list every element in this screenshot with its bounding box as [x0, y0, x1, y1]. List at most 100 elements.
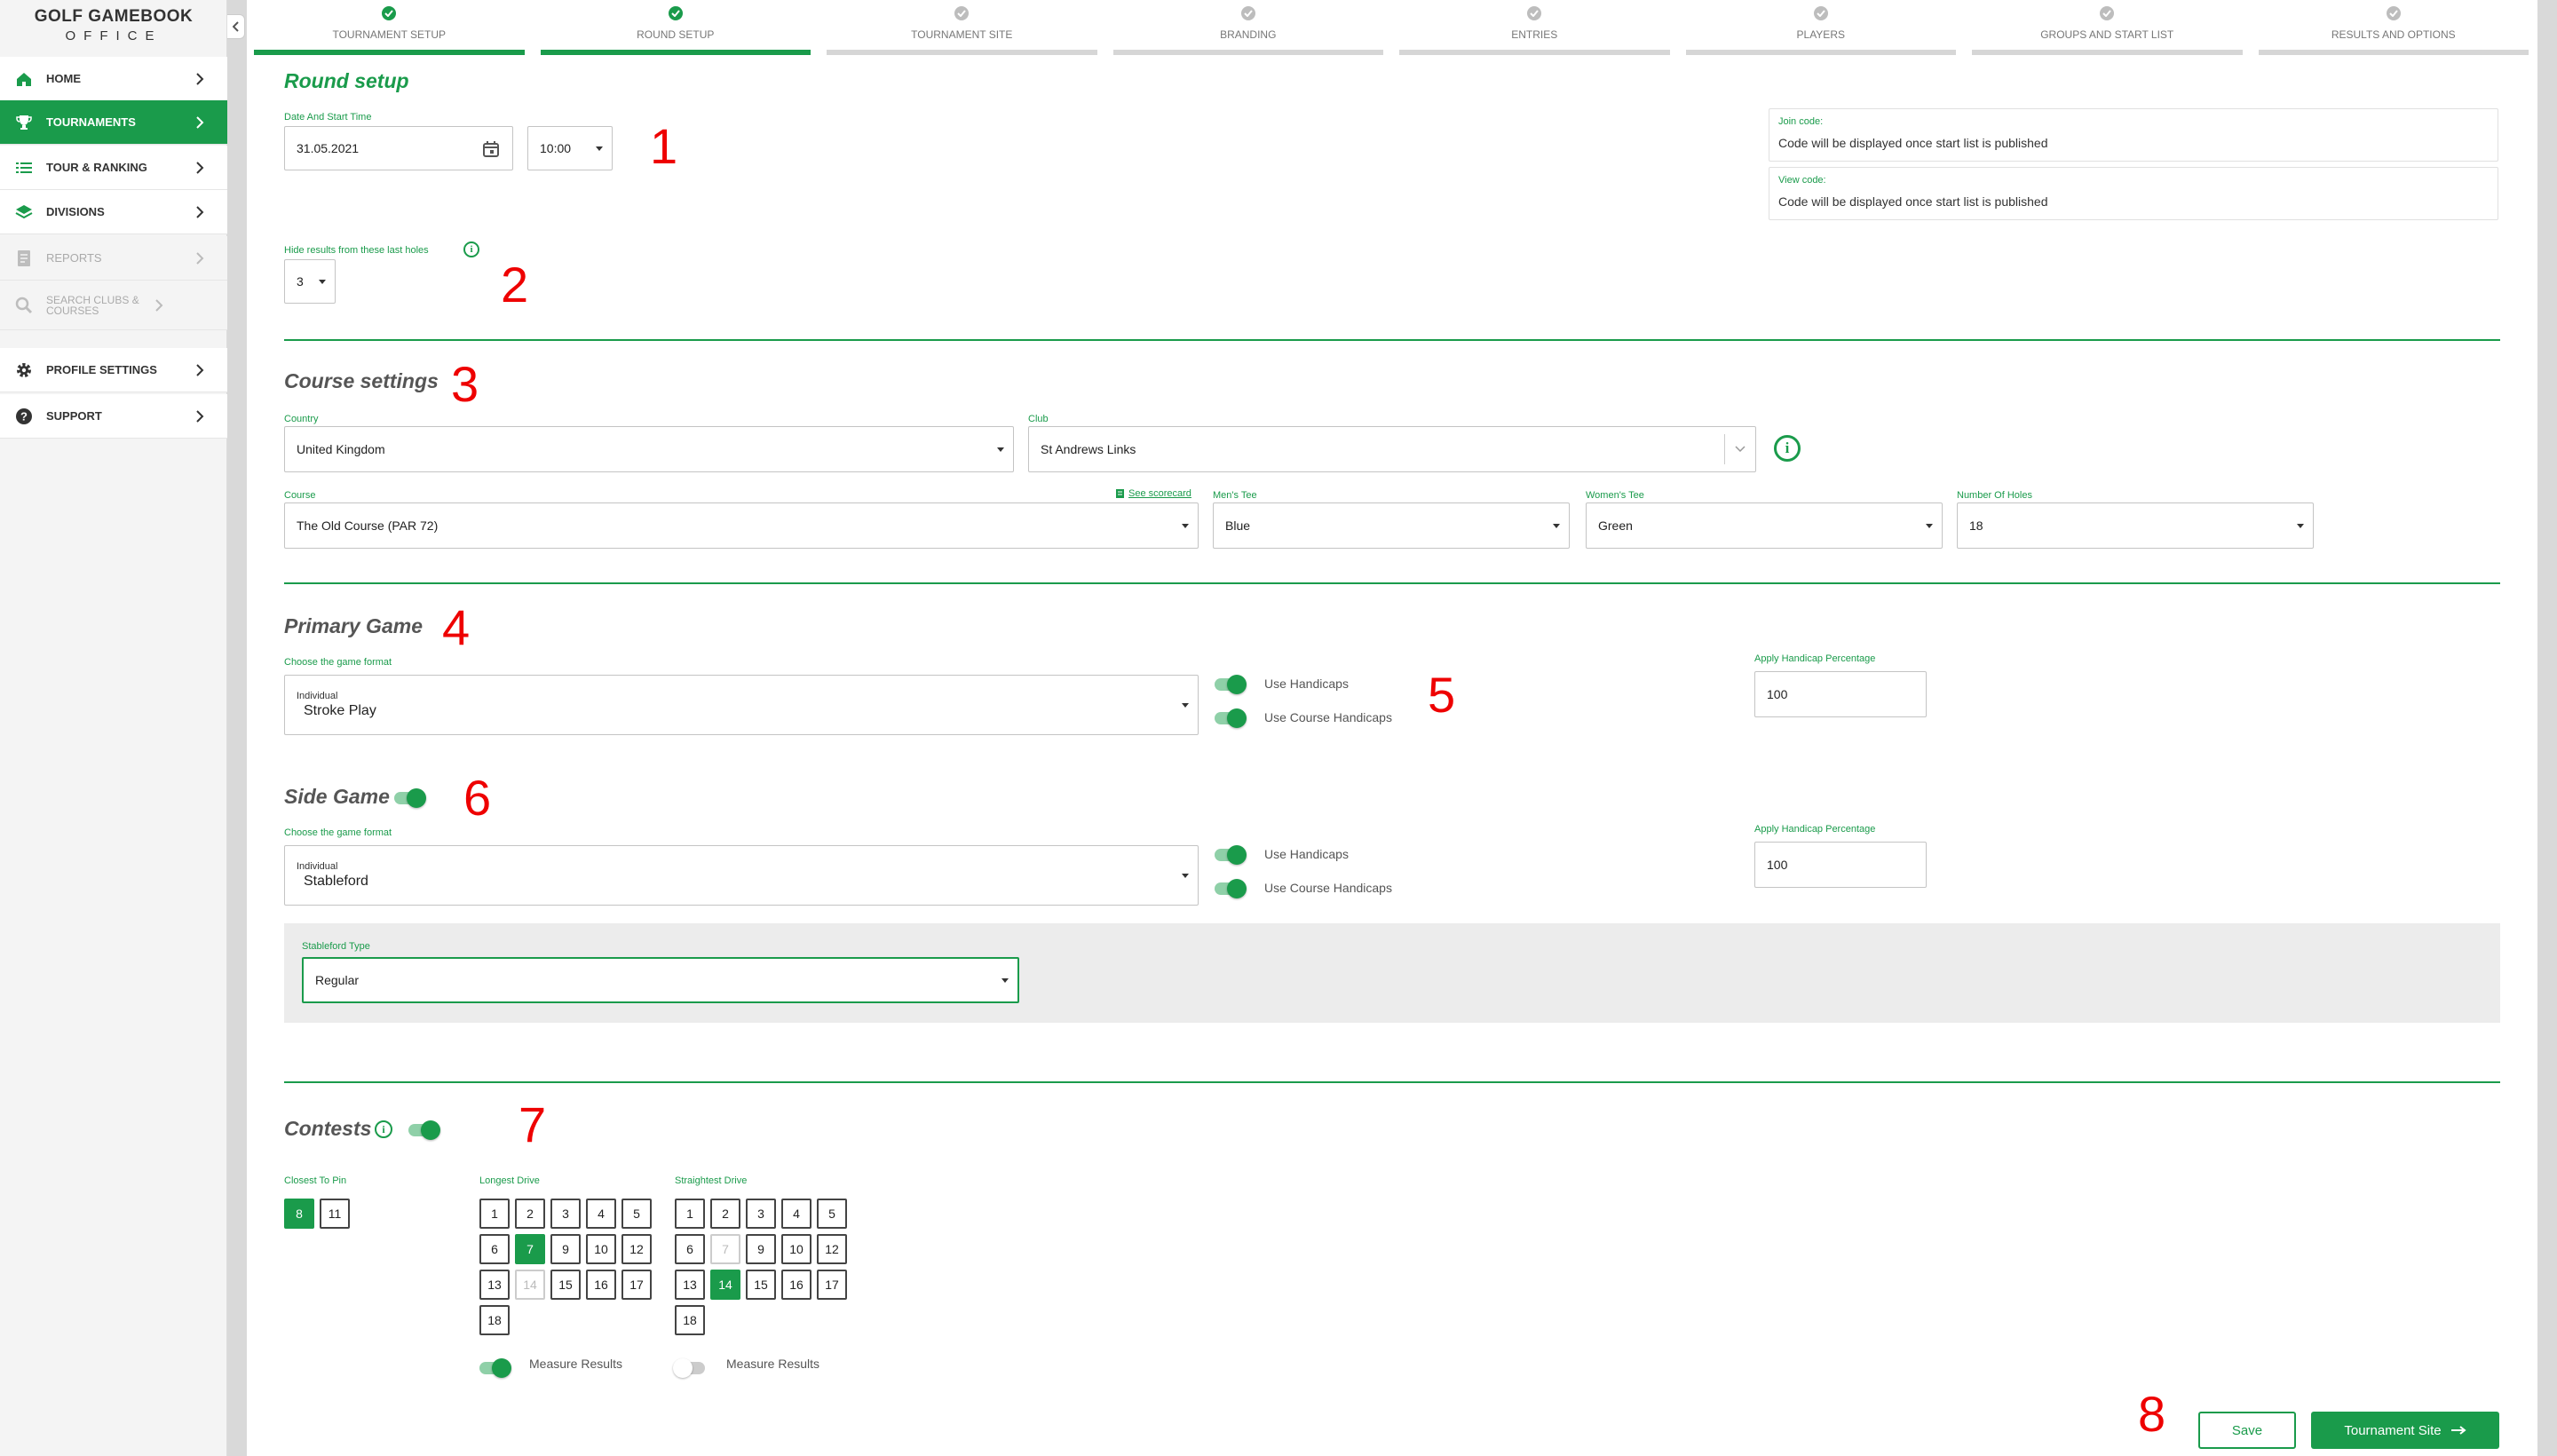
- primary-percentage-value: 100: [1767, 687, 1788, 701]
- info-icon[interactable]: i: [463, 241, 479, 257]
- hole-button-6[interactable]: 6: [675, 1234, 705, 1264]
- contests-info-icon[interactable]: i: [375, 1120, 392, 1138]
- trophy-icon: [14, 113, 34, 132]
- join-code-value: Code will be displayed once start list i…: [1778, 136, 2048, 150]
- club-info-icon[interactable]: i: [1774, 435, 1801, 462]
- hole-button-16[interactable]: 16: [781, 1270, 811, 1300]
- hole-button-16[interactable]: 16: [586, 1270, 616, 1300]
- mens-tee-select[interactable]: Blue: [1213, 502, 1570, 549]
- hole-button-12[interactable]: 12: [621, 1234, 652, 1264]
- hole-button-18[interactable]: 18: [675, 1305, 705, 1335]
- arrow-right-icon: [2450, 1426, 2466, 1435]
- sidebar-item-tournaments[interactable]: TOURNAMENTS: [0, 100, 227, 145]
- country-select[interactable]: United Kingdom: [284, 426, 1014, 472]
- date-input[interactable]: 31.05.2021: [284, 126, 513, 170]
- step-entries[interactable]: ENTRIES: [1399, 0, 1670, 57]
- hole-button-5[interactable]: 5: [817, 1199, 847, 1229]
- sidebar-item-support[interactable]: ? SUPPORT: [0, 394, 227, 439]
- side-percentage-input[interactable]: 100: [1754, 842, 1927, 888]
- step-results-and-options[interactable]: RESULTS AND OPTIONS: [2258, 0, 2529, 57]
- chevron-right-icon: [194, 205, 206, 218]
- hole-button-9[interactable]: 9: [746, 1234, 776, 1264]
- time-select[interactable]: 10:00: [527, 126, 613, 170]
- hole-button-17[interactable]: 17: [817, 1270, 847, 1300]
- club-select[interactable]: St Andrews Links: [1028, 426, 1756, 472]
- hole-button-12[interactable]: 12: [817, 1234, 847, 1264]
- hole-button-2[interactable]: 2: [515, 1199, 545, 1229]
- holes-select[interactable]: 18: [1957, 502, 2314, 549]
- womens-tee-select[interactable]: Green: [1586, 502, 1943, 549]
- hole-button-2[interactable]: 2: [710, 1199, 740, 1229]
- save-button[interactable]: Save: [2198, 1412, 2296, 1449]
- logo[interactable]: GOLF GAMEBOOK OFFICE: [0, 7, 227, 44]
- collapse-sidebar-button[interactable]: [227, 14, 245, 39]
- side-game-toggle[interactable]: [394, 788, 426, 808]
- hole-button-10[interactable]: 10: [781, 1234, 811, 1264]
- step-round-setup[interactable]: ROUND SETUP: [540, 0, 811, 57]
- logo-text: GOLF GAMEBOOK: [34, 7, 194, 26]
- hole-button-3[interactable]: 3: [550, 1199, 581, 1229]
- hole-button-4[interactable]: 4: [781, 1199, 811, 1229]
- hole-button-13[interactable]: 13: [675, 1270, 705, 1300]
- hole-button-6[interactable]: 6: [479, 1234, 510, 1264]
- primary-use-course-handicaps-toggle[interactable]: [1215, 708, 1247, 728]
- side-use-course-handicaps-label: Use Course Handicaps: [1264, 881, 1392, 895]
- hide-results-label: Hide results from these last holes: [284, 245, 429, 256]
- primary-percentage-input[interactable]: 100: [1754, 671, 1927, 717]
- side-format-label: Choose the game format: [284, 827, 392, 838]
- caret-down-icon: [1553, 524, 1560, 528]
- hole-button-15[interactable]: 15: [550, 1270, 581, 1300]
- sidebar-item-label: DIVISIONS: [46, 205, 105, 218]
- step-branding[interactable]: BRANDING: [1112, 0, 1383, 57]
- hole-button-9[interactable]: 9: [550, 1234, 581, 1264]
- date-value: 31.05.2021: [297, 141, 360, 155]
- hole-button-3[interactable]: 3: [746, 1199, 776, 1229]
- caret-down-icon: [1182, 524, 1189, 528]
- hole-button-10[interactable]: 10: [586, 1234, 616, 1264]
- step-progress-bar: [1112, 50, 1383, 55]
- hole-button-7[interactable]: 7: [515, 1234, 545, 1264]
- sidebar-item-home[interactable]: HOME: [0, 57, 227, 101]
- sidebar-item-search-clubs-courses[interactable]: SEARCH CLUBS & COURSES: [0, 281, 227, 330]
- tournament-site-label: Tournament Site: [2344, 1422, 2442, 1438]
- hole-button-4[interactable]: 4: [586, 1199, 616, 1229]
- step-tournament-setup[interactable]: TOURNAMENT SETUP: [254, 0, 525, 57]
- step-tournament-site[interactable]: TOURNAMENT SITE: [827, 0, 1097, 57]
- side-format-select[interactable]: Individual Stableford: [284, 845, 1199, 906]
- mens-tee-label: Men's Tee: [1213, 490, 1257, 501]
- stableford-type-select[interactable]: Regular: [302, 957, 1019, 1003]
- step-players[interactable]: PLAYERS: [1685, 0, 1956, 57]
- hole-button-13[interactable]: 13: [479, 1270, 510, 1300]
- side-use-handicaps-toggle[interactable]: [1215, 845, 1247, 865]
- primary-format-select[interactable]: Individual Stroke Play: [284, 675, 1199, 735]
- step-groups-and-start-list[interactable]: GROUPS AND START LIST: [1972, 0, 2243, 57]
- hole-button-1[interactable]: 1: [479, 1199, 510, 1229]
- hole-button-1[interactable]: 1: [675, 1199, 705, 1229]
- calendar-icon[interactable]: [482, 140, 500, 158]
- sidebar-item-tour-ranking[interactable]: TOUR & RANKING: [0, 146, 227, 190]
- primary-use-handicaps-toggle[interactable]: [1215, 675, 1247, 694]
- sidebar-item-profile-settings[interactable]: PROFILE SETTINGS: [0, 348, 227, 392]
- hide-holes-select[interactable]: 3: [284, 259, 336, 304]
- see-scorecard-link[interactable]: See scorecard: [1115, 488, 1191, 499]
- hole-button-8[interactable]: 8: [284, 1199, 314, 1229]
- sidebar-item-reports[interactable]: REPORTS: [0, 236, 227, 281]
- hole-button-17[interactable]: 17: [621, 1270, 652, 1300]
- sidebar-item-divisions[interactable]: DIVISIONS: [0, 190, 227, 234]
- side-use-course-handicaps-toggle[interactable]: [1215, 879, 1247, 898]
- longest-measure-toggle[interactable]: [479, 1358, 511, 1378]
- tournament-site-button[interactable]: Tournament Site: [2311, 1412, 2499, 1449]
- womens-tee-value: Green: [1598, 518, 1633, 533]
- home-icon: [14, 69, 34, 89]
- straightest-measure-toggle[interactable]: [673, 1358, 705, 1378]
- sidebar-item-label: SUPPORT: [46, 409, 102, 423]
- hole-button-5[interactable]: 5: [621, 1199, 652, 1229]
- hole-button-18[interactable]: 18: [479, 1305, 510, 1335]
- hole-button-15[interactable]: 15: [746, 1270, 776, 1300]
- chevron-right-icon: [194, 72, 206, 85]
- hole-button-14[interactable]: 14: [710, 1270, 740, 1300]
- course-select[interactable]: The Old Course (PAR 72): [284, 502, 1199, 549]
- side-percentage-label: Apply Handicap Percentage: [1754, 824, 1876, 835]
- contests-toggle[interactable]: [408, 1120, 440, 1140]
- hole-button-11[interactable]: 11: [320, 1199, 350, 1229]
